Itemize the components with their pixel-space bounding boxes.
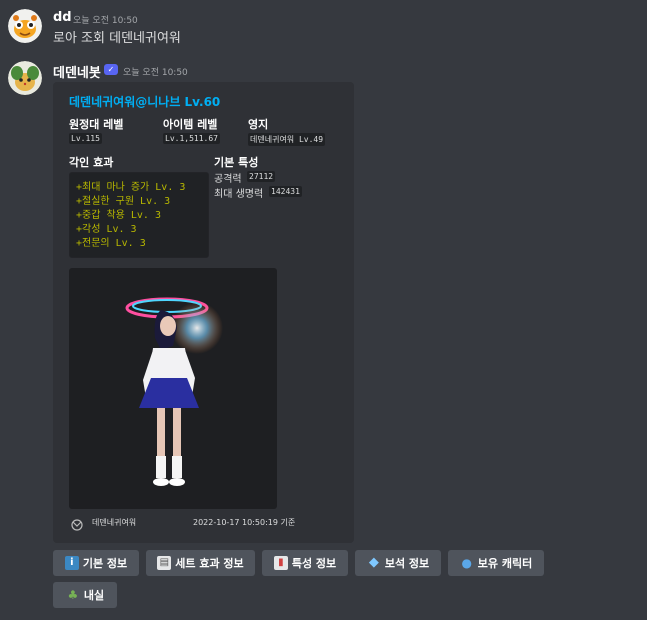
item-level-value: Lv.1,511.67 [163, 133, 220, 144]
button-label: 보석 정보 [384, 557, 430, 570]
item-level-label: 아이템 레벨 [163, 118, 218, 131]
attack-value: 27112 [247, 171, 276, 182]
bot-timestamp: 오늘 오전 10:50 [123, 68, 188, 78]
bot-avatar[interactable] [8, 61, 42, 95]
stats-label: 기본 특성 [214, 156, 259, 169]
message-content: 로아 조회 데덴네귀여워 [53, 31, 181, 46]
verified-bot-badge: ✓ [104, 64, 118, 75]
engraving-codeblock: +최대 마나 증가 Lv. 3 +절실한 구원 Lv. 3 +중갑 착용 Lv.… [69, 172, 209, 258]
owned-characters-button[interactable]: ● 보유 캐릭터 [448, 550, 544, 576]
bot-username[interactable]: 데덴네봇 [53, 62, 101, 81]
embed-title[interactable]: 데덴네귀여워@니나브 Lv.60 [69, 93, 220, 110]
basic-info-button[interactable]: i 기본 정보 [53, 550, 139, 576]
hp-label: 최대 생명력 [214, 189, 264, 200]
username[interactable]: dd [53, 10, 72, 25]
person-icon: ● [461, 556, 473, 570]
gem-info-button[interactable]: ◆ 보석 정보 [355, 550, 441, 576]
hp-value: 142431 [269, 186, 302, 197]
seedling-icon: ♣ [67, 588, 79, 602]
expedition-label: 원정대 레벨 [69, 118, 124, 131]
inner-growth-button[interactable]: ♣ 내실 [53, 582, 117, 608]
expedition-value: Lv.115 [69, 133, 102, 144]
bar-chart-icon: ▮ [273, 556, 288, 570]
button-label: 기본 정보 [82, 557, 128, 570]
estate-label: 영지 [248, 118, 269, 131]
footer-datetime: 2022-10-17 10:50:19 기준 [193, 518, 296, 527]
attack-label: 공격력 [214, 174, 242, 185]
footer-emblem-icon [70, 516, 84, 531]
button-label: 세트 효과 정보 [175, 557, 244, 570]
profile-embed: 데덴네귀여워@니나브 Lv.60 원정대 레벨 Lv.115 아이템 레벨 Lv… [53, 82, 354, 543]
button-label: 특성 정보 [291, 557, 337, 570]
button-label: 내실 [83, 589, 105, 602]
estate-value: 데덴네귀여워 Lv.49 [248, 133, 326, 146]
stats-info-button[interactable]: ▮ 특성 정보 [262, 550, 348, 576]
engraving-label: 각인 효과 [69, 156, 114, 169]
engraving-line: +중갑 착용 Lv. 3 [76, 210, 161, 221]
user-avatar[interactable] [8, 9, 42, 43]
engraving-line: +각성 Lv. 3 [76, 224, 137, 235]
character-image[interactable] [69, 268, 277, 509]
button-label: 보유 캐릭터 [477, 557, 533, 570]
gem-icon: ◆ [368, 555, 379, 570]
footer-name: 데덴네귀여워 [92, 518, 137, 527]
engraving-line: +최대 마나 증가 Lv. 3 [76, 182, 186, 193]
page-icon: ▤ [157, 556, 172, 570]
set-effect-button[interactable]: ▤ 세트 효과 정보 [146, 550, 255, 576]
engraving-line: +절실한 구원 Lv. 3 [76, 196, 171, 207]
engraving-line: +전문의 Lv. 3 [76, 238, 146, 249]
timestamp: 오늘 오전 10:50 [73, 16, 138, 26]
info-icon: i [64, 556, 79, 570]
